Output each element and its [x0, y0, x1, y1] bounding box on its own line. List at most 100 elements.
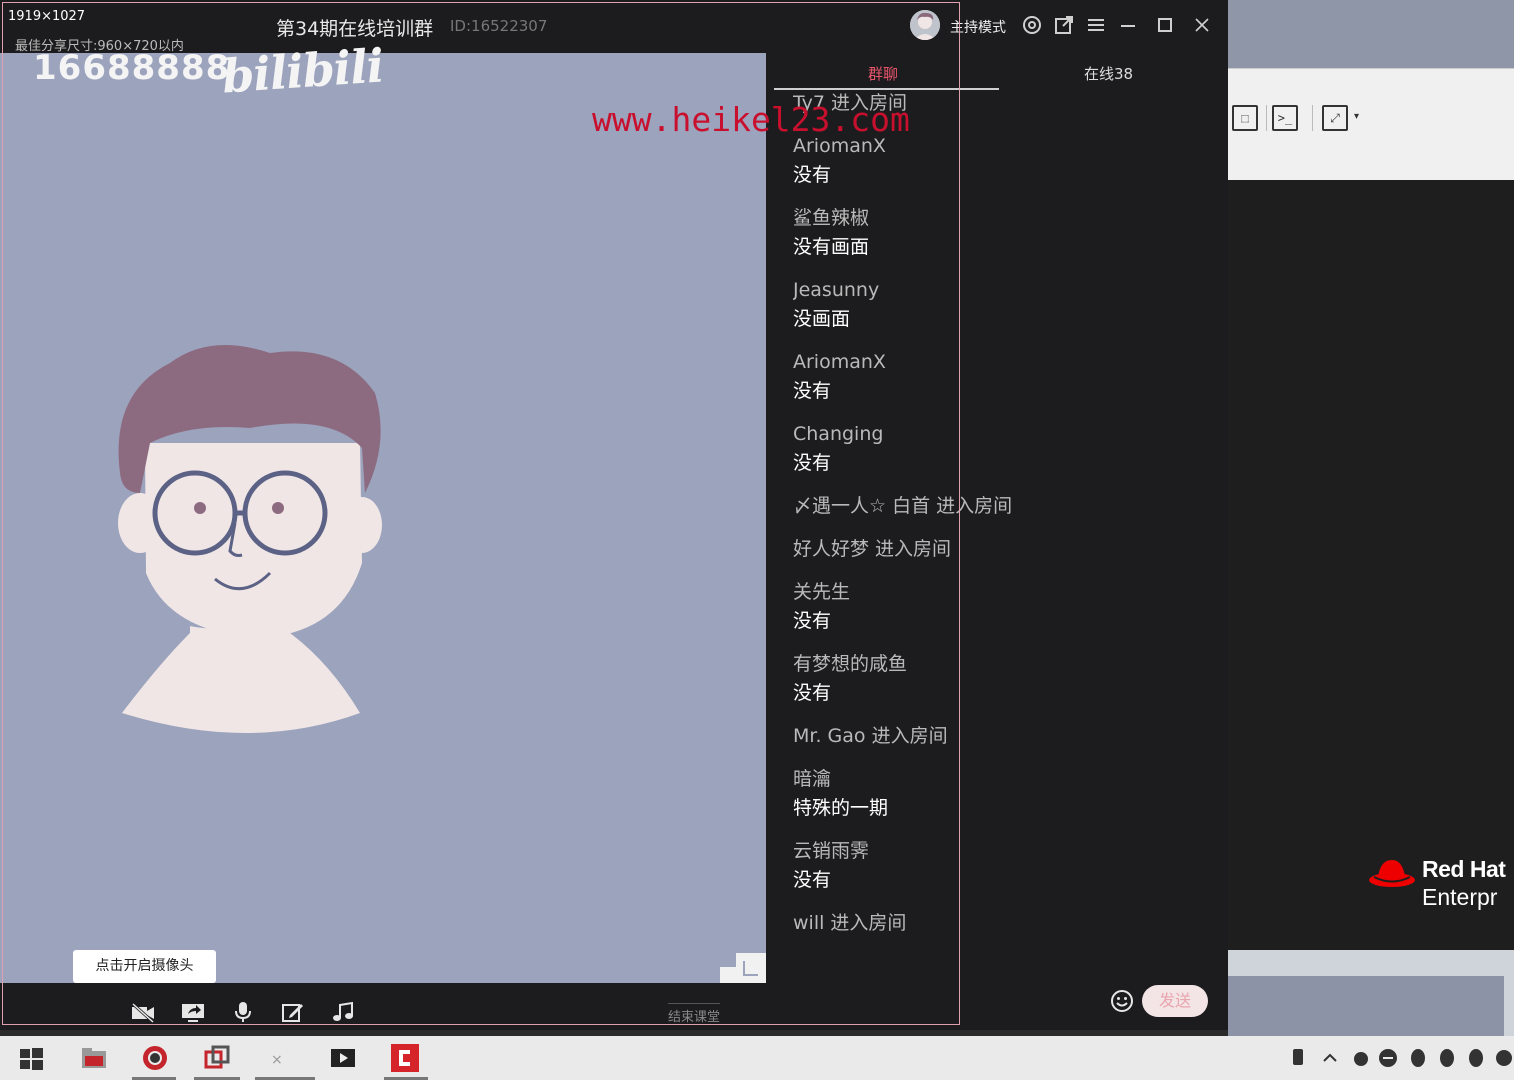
control-bar: 结束课堂	[0, 983, 766, 1030]
chat-message: 鲨鱼辣椒 没有画面	[793, 204, 1213, 262]
background-bottom-panel	[1228, 976, 1504, 1040]
file-explorer-icon[interactable]	[79, 1043, 109, 1073]
maximize-icon[interactable]	[1154, 14, 1176, 36]
end-class-button[interactable]: 结束课堂	[668, 1003, 721, 1025]
host-avatar[interactable]	[910, 10, 940, 40]
qq-icon[interactable]	[1437, 1048, 1457, 1068]
phone-icon[interactable]	[1288, 1048, 1308, 1068]
redhat-brand-name: Red Hat	[1422, 856, 1506, 882]
chat-message-text: 没有	[793, 452, 832, 474]
chat-message-text: 没有	[793, 164, 832, 186]
classroom-app-icon[interactable]	[390, 1043, 420, 1073]
app-icon[interactable]: ×	[262, 1043, 292, 1073]
redhat-hat-icon	[1369, 860, 1415, 887]
room-id: ID:16522307	[450, 17, 548, 35]
qq-icon[interactable]	[1408, 1048, 1428, 1068]
background-thumbnail-strip	[1228, 0, 1514, 68]
host-mode-label[interactable]: 主持模式	[950, 17, 1006, 37]
redhat-brand-sub: Enterpr	[1422, 884, 1498, 910]
microphone-icon[interactable]	[231, 1001, 255, 1023]
corner-mark	[720, 953, 766, 983]
tab-online-users[interactable]: 在线38	[1084, 63, 1133, 84]
classroom-app-window: 1919×1027 最佳分享尺寸:960×720以内 第34期在线培训群 ID:…	[0, 0, 1228, 1030]
bilibili-watermark: bilibili	[220, 38, 385, 104]
chat-message-sender: Mr. Gao 进入房间	[793, 725, 948, 747]
chat-message-list[interactable]: Ty7 进入房间 AriomanX 没有 鲨鱼辣椒 没有画面 Jeasunny 没画面 Ari…	[793, 89, 1213, 969]
chat-message: 暗瀹 特殊的一期	[793, 765, 1213, 823]
chat-message-sender: 〆遇一人☆ 白首 进入房间	[793, 495, 1013, 517]
chat-message-sender: 鲨鱼辣椒	[793, 207, 870, 229]
chrome-icon[interactable]	[140, 1043, 170, 1073]
chat-message-text: 没画面	[793, 308, 851, 330]
chat-message: 云销雨霁 没有	[793, 837, 1213, 895]
tray-app-icon[interactable]	[1494, 1048, 1514, 1068]
share-out-icon[interactable]	[1053, 14, 1075, 36]
chat-message-sender: 有梦想的咸鱼	[793, 653, 908, 675]
background-bottom-strip	[1228, 950, 1514, 1040]
chat-message-sender: AriomanX	[793, 351, 886, 373]
terminal-icon[interactable]: >_	[1272, 105, 1298, 131]
chat-message: AriomanX 没有	[793, 348, 1213, 406]
tab-group-chat[interactable]: 群聊	[868, 63, 898, 84]
tray-app-icon[interactable]	[1351, 1048, 1371, 1068]
dropdown-arrow-icon[interactable]: ▾	[1354, 111, 1359, 122]
windows-start-icon[interactable]	[16, 1043, 46, 1073]
chat-message-sender: will 进入房间	[793, 912, 907, 934]
menu-icon[interactable]	[1085, 14, 1107, 36]
title-bar: 1919×1027 最佳分享尺寸:960×720以内 第34期在线培训群 ID:…	[0, 0, 1228, 54]
camera-tooltip: 点击开启摄像头	[73, 950, 216, 991]
chat-message-sender: 暗瀹	[793, 768, 832, 790]
music-icon[interactable]	[331, 1001, 355, 1023]
screen: ⬚ >_ ⤢ ▾ Red Hat Enterpr 1919×1027 最佳分享尺…	[0, 0, 1514, 1080]
chat-message-text: 没有	[793, 610, 832, 632]
chat-message-sender: Jeasunny	[793, 279, 880, 301]
video-area[interactable]	[0, 53, 766, 983]
background-toolbar: ⬚ >_ ⤢ ▾	[1228, 68, 1514, 180]
chat-message: will 进入房间	[793, 909, 1213, 938]
watermark-number: 16688888	[33, 48, 231, 88]
chat-message-sender: Changing	[793, 423, 884, 445]
camera-off-icon[interactable]	[131, 1001, 155, 1024]
send-button[interactable]: 发送	[1142, 985, 1208, 1017]
room-title: 第34期在线培训群	[276, 18, 434, 40]
chat-message: Changing 没有	[793, 420, 1213, 478]
screen-share-icon[interactable]	[181, 1001, 205, 1023]
tray-app-icon[interactable]	[1378, 1048, 1398, 1068]
vm-app-icon[interactable]	[202, 1043, 232, 1073]
fullscreen-icon[interactable]: ⤢	[1322, 105, 1348, 131]
qq-icon[interactable]	[1466, 1048, 1486, 1068]
video-player-icon[interactable]	[328, 1043, 358, 1073]
toolbar-separator	[1312, 105, 1313, 131]
chat-message: 好人好梦 进入房间	[793, 535, 1213, 564]
chat-message-sender: 云销雨霁	[793, 840, 870, 862]
chat-panel: 群聊 在线38 Ty7 进入房间 AriomanX 没有 鲨鱼辣椒 没有画面 Jeasun…	[766, 53, 1228, 1030]
whiteboard-edit-icon[interactable]	[281, 1001, 305, 1023]
toolbar-separator	[1266, 105, 1267, 131]
chat-message-sender: 好人好梦 进入房间	[793, 538, 952, 560]
default-avatar-illustration	[118, 345, 382, 733]
chat-message: Mr. Gao 进入房间	[793, 722, 1213, 751]
settings-icon[interactable]	[1021, 14, 1043, 36]
screenshot-tool-icon[interactable]: ⬚	[1232, 105, 1258, 131]
svg-text:×: ×	[271, 1052, 283, 1068]
chat-message-text: 没有	[793, 682, 832, 704]
chat-message-text: 没有	[793, 380, 832, 402]
chat-message: 有梦想的咸鱼 没有	[793, 650, 1213, 708]
chat-message-sender: 关先生	[793, 581, 851, 603]
chat-message: AriomanX 没有	[793, 132, 1213, 190]
chat-message: Jeasunny 没画面	[793, 276, 1213, 334]
background-window: ⬚ >_ ⤢ ▾ Red Hat Enterpr	[1228, 0, 1514, 1040]
redhat-logo: Red Hat Enterpr	[1368, 852, 1514, 912]
chat-message: 关先生 没有	[793, 578, 1213, 636]
resolution-label: 1919×1027	[8, 9, 86, 24]
taskbar: ×	[0, 1036, 1514, 1080]
emoji-icon[interactable]	[1110, 989, 1134, 1013]
chat-message-text: 没有	[793, 869, 832, 891]
chat-message-text: 没有画面	[793, 236, 870, 258]
chat-input-row: 发送	[766, 973, 1228, 1030]
url-watermark: www.heikel23.com	[592, 100, 910, 139]
close-icon[interactable]	[1191, 14, 1213, 36]
chat-message-text: 特殊的一期	[793, 797, 889, 819]
minimize-icon[interactable]	[1117, 14, 1139, 36]
chevron-up-icon[interactable]	[1320, 1048, 1340, 1068]
